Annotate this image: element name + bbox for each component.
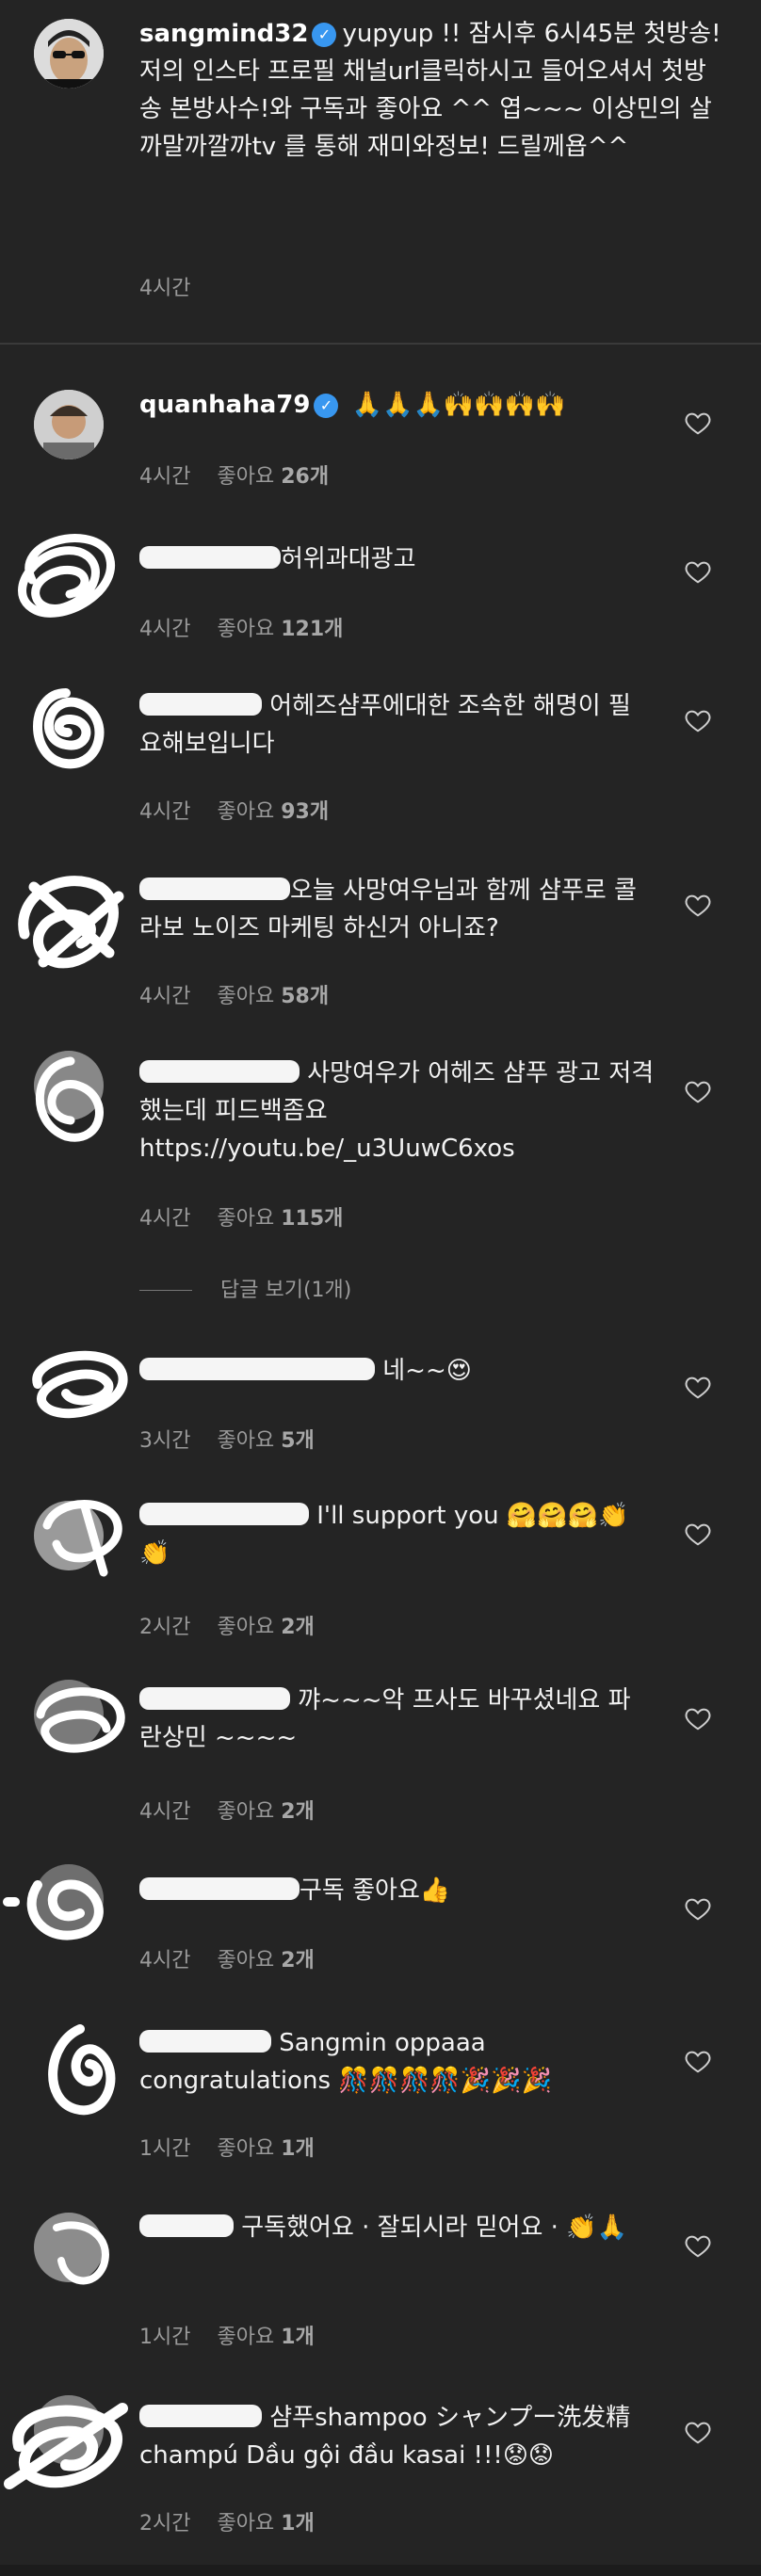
comment-body: 구독했어요 · 잘되시라 믿어요 · 👏🙏 [241,2214,627,2242]
like-count[interactable]: 좋아요 2개 [217,1949,314,1972]
comment-text: I'll support you 🤗🤗🤗👏👏 [139,1497,648,1572]
comment-body: 네~~😍 [382,1357,472,1385]
comment-time: 4시간 [139,465,191,489]
comment-text: quanhaha79 ✓ 🙏🙏🙏🙌🙌🙌🙌 [139,386,648,424]
like-count[interactable]: 좋아요 1개 [217,2512,314,2536]
comment-meta: 4시간 좋아요 115개 [139,1207,344,1231]
comment-meta: 4시간 좋아요 121개 [139,618,344,641]
like-count[interactable]: 좋아요 2개 [217,1616,314,1639]
comment-text: 어헤즈샴푸에대한 조속한 해명이 필요해보입니다 [139,687,648,763]
comment-text: 구독했어요 · 잘되시라 믿어요 · 👏🙏 [139,2209,648,2246]
comment-body: 🙏🙏🙏🙌🙌🙌🙌 [351,391,566,419]
comment-text: 네~~😍 [139,1352,648,1390]
comment-text: Sangmin oppaaa congratulations 🎊🎊🎊🎊🎉🎉🎉 [139,2024,648,2100]
comment-text: 사망여우가 어헤즈 샴푸 광고 저격했는데 피드백좀요 https://yout… [139,1055,667,1167]
redacted-username [139,1358,375,1380]
comment-meta: 1시간 좋아요 1개 [139,2137,315,2161]
like-count[interactable]: 좋아요 1개 [217,2326,314,2349]
scribbled-avatar [4,2403,128,2489]
scribbled-avatar [36,1687,125,1753]
redacted-username [139,2405,262,2427]
scribbled-avatar [33,688,105,769]
comment-text: 구독 좋아요👍 [139,1872,648,1909]
redacted-username [139,693,262,716]
commenter-avatar[interactable] [34,390,104,459]
redacted-username [139,1503,309,1525]
scribbled-avatar [3,1879,104,1940]
like-count[interactable]: 좋아요 58개 [217,985,329,1008]
comment-body: 허위과대광고 [281,545,416,573]
heart-icon[interactable] [684,1077,712,1105]
like-count[interactable]: 좋아요 93개 [217,800,329,824]
heart-icon[interactable] [684,1894,712,1923]
comment-body: 구독 좋아요👍 [300,1876,451,1905]
caption-text: sangmind32 ✓ yupyup !! 잠시후 6시45분 첫방송! 저의 인… [139,15,723,166]
commenter-username[interactable]: quanhaha79 [139,391,310,419]
comment-text: 꺄~~~악 프사도 바꾸셨네요 파란상민 ~~~~ [139,1682,648,1757]
heart-icon[interactable] [684,891,712,919]
comment-meta: 4시간 좋아요 2개 [139,1949,315,1972]
redacted-username [139,2214,234,2237]
scribbled-avatar [53,2221,109,2285]
redacted-username [139,1060,300,1083]
like-count[interactable]: 좋아요 1개 [217,2137,314,2161]
like-count[interactable]: 좋아요 121개 [217,618,343,641]
like-count[interactable]: 좋아요 2개 [217,1800,314,1824]
comment-text: 오늘 사망여우님과 함께 샴푸로 콜라보 노이즈 마케팅 하신거 아니죠? [139,872,648,947]
comment-text: 허위과대광고 [139,540,648,578]
comment-meta: 4시간 좋아요 93개 [139,800,330,824]
like-count[interactable]: 좋아요 115개 [217,1207,343,1231]
scribbled-avatar [32,1350,128,1419]
scribbled-avatar [36,1056,104,1142]
heart-icon[interactable] [684,2231,712,2260]
comment-meta: 4시간 좋아요 2개 [139,1800,315,1824]
heart-icon[interactable] [684,1704,712,1732]
author-username[interactable]: sangmind32 [139,20,308,48]
comment-text: 샴푸shampoo シャンプー洗发精champú Dầu gội đầu kas… [139,2399,648,2474]
like-count[interactable]: 좋아요 5개 [217,1429,314,1453]
heart-icon[interactable] [684,409,712,437]
comment-meta: 1시간 좋아요 1개 [139,2326,315,2349]
caption-time: 4시간 [139,277,191,300]
heart-icon[interactable] [684,2047,712,2075]
comment-meta: 2시간 좋아요 2개 [139,1616,315,1639]
redacted-username [139,1687,290,1710]
comment-meta: 3시간 좋아요 5개 [139,1429,315,1453]
verified-badge-icon: ✓ [314,394,339,418]
replies-line [139,1290,192,1291]
heart-icon[interactable] [684,1373,712,1401]
view-replies-button[interactable]: 답글 보기(1개) [139,1273,351,1303]
scribbled-avatar [18,534,115,618]
redacted-username [139,546,281,569]
redacted-username [139,2030,271,2053]
scribbled-avatar [48,2024,116,2116]
heart-icon[interactable] [684,2418,712,2446]
bottom-edge [0,2565,761,2576]
scribbled-avatar [42,1500,122,1577]
author-avatar[interactable] [34,19,104,89]
comment-meta: 4시간 좋아요 58개 [139,985,330,1008]
verified-badge-icon: ✓ [312,23,337,47]
post-caption: sangmind32 ✓ yupyup !! 잠시후 6시45분 첫방송! 저의 인… [0,0,761,343]
comment-meta: 2시간 좋아요 1개 [139,2512,315,2536]
heart-icon[interactable] [684,706,712,734]
like-count[interactable]: 좋아요 26개 [217,465,329,489]
heart-icon[interactable] [684,557,712,586]
scribbled-avatar [18,876,124,969]
heart-icon[interactable] [684,1520,712,1548]
comment-meta: 4시간 좋아요 26개 [139,459,329,490]
divider [0,343,761,345]
redacted-username [139,877,290,900]
redacted-username [139,1877,300,1900]
